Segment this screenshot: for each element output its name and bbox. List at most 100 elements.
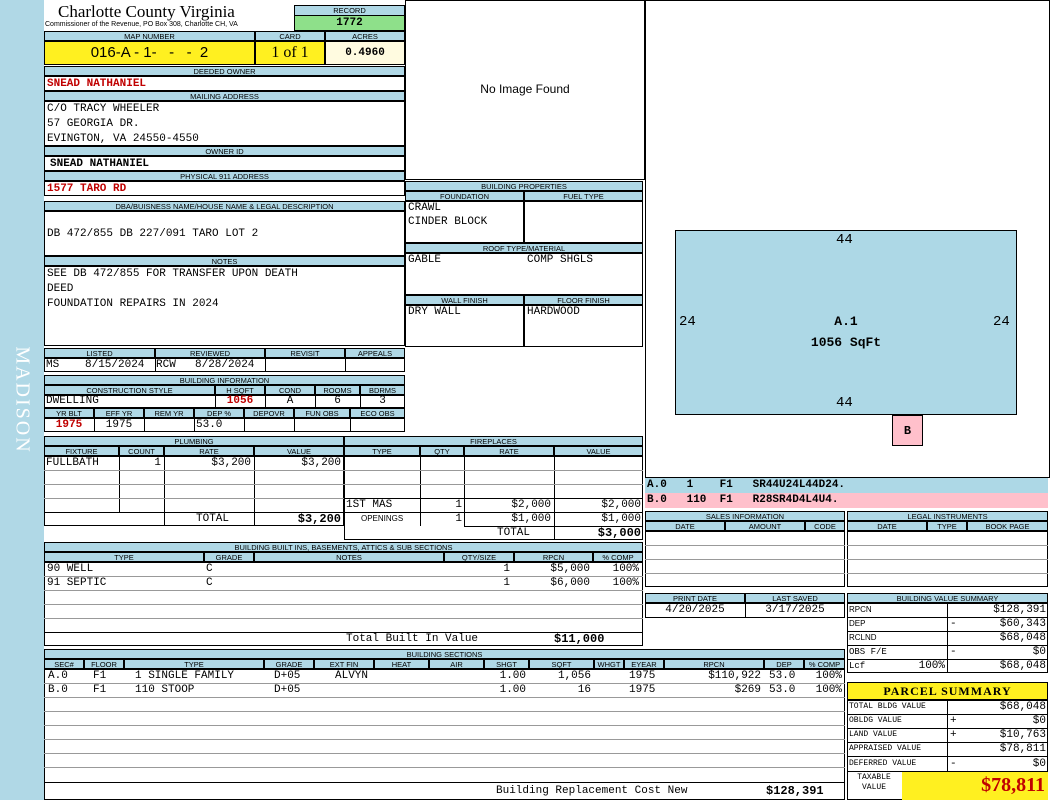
hsqft-value: 1056 [226, 395, 254, 407]
fireplace-qty-label: QTY [420, 446, 464, 456]
plumbing-total: $3,200 [297, 512, 341, 526]
roof-type: GABLE [408, 254, 442, 266]
fireplace-total-label: TOTAL [497, 527, 531, 539]
commissioner-line: Commissioner of the Revenue, PO Box 308,… [45, 21, 238, 28]
fuel-type-label: FUEL TYPE [524, 191, 643, 201]
vs-obs: $0 [1032, 646, 1046, 658]
construction-style: DWELLING [46, 395, 99, 407]
sec-row1-shgt: 1.00 [499, 670, 526, 682]
built-ins-total-label: Total Built In Value [346, 633, 479, 645]
ps-total-bldg: $68,048 [999, 701, 1046, 713]
deeded-owner-label: DEEDED OWNER [44, 66, 405, 76]
foundation-label: FOUNDATION [405, 191, 524, 201]
sketch-stoop: B [892, 415, 923, 446]
sections-total-label: Building Replacement Cost New [496, 785, 688, 797]
sec-header-floor: FLOOR [84, 659, 124, 669]
mailing-line-3: EVINGTON, VA 24550-4550 [47, 133, 199, 145]
sec-row2-grade: D+05 [274, 684, 301, 696]
sec-row1-ext: ALVYN [335, 670, 369, 682]
fireplace-row2-type: OPENINGS [361, 514, 404, 523]
sec-row2-dep: 53.0 [769, 684, 796, 696]
county-title: Charlotte County Virginia [58, 2, 235, 21]
plumbing-count-label: COUNT [119, 446, 164, 456]
yr-blt-label: YR BLT [44, 408, 94, 418]
sec-row1-sec: A.0 [48, 670, 68, 682]
notes-line-2: DEED [47, 283, 74, 295]
vs-dep: $60,343 [999, 618, 1046, 630]
owner-id: SNEAD NATHANIEL [50, 158, 150, 170]
mailing-address-label: MAILING ADDRESS [44, 91, 405, 101]
bdrms-label: BDRMS [360, 385, 405, 395]
record-label: RECORD [294, 5, 405, 16]
built-in-row2-comp: 100% [612, 577, 639, 589]
plumbing-fixture-label: FIXTURE [44, 446, 119, 456]
sec-row2-eyear: 1975 [629, 684, 656, 696]
acres-value: 0.4960 [325, 41, 405, 65]
listed-label: LISTED [44, 348, 155, 358]
fireplace-row1-rate: $2,000 [511, 499, 551, 511]
notes-label: NOTES [44, 256, 405, 266]
sec-header-heat: HEAT [374, 659, 429, 669]
no-image-text: No Image Found [480, 82, 570, 96]
fireplace-type-label: TYPE [344, 446, 420, 456]
last-saved-date: 3/17/2025 [765, 604, 825, 616]
vs-rclnd: $68,048 [999, 632, 1046, 644]
ps-land-label: LAND VALUE [849, 730, 898, 739]
fireplace-rate-label: RATE [464, 446, 554, 456]
sales-label: SALES INFORMATION [645, 511, 845, 521]
sec-row2-comp: 100% [815, 684, 842, 696]
revisit-label: REVISIT [265, 348, 345, 358]
vs-rpcn: $128,391 [993, 604, 1046, 616]
plumbing-label: PLUMBING [44, 436, 344, 446]
sec-row2-sec: B.0 [48, 684, 68, 696]
sec-header-eyear: EYEAR [624, 659, 664, 669]
sec-row1-sqft: 1,056 [557, 670, 591, 682]
sec-header-rpcn: RPCN [664, 659, 764, 669]
built-ins-comp-label: % COMP [593, 552, 643, 562]
built-in-row2-qty: 1 [503, 577, 510, 589]
legal-bookpage-label: BOOK PAGE [967, 521, 1048, 531]
sketch-dim-top: 44 [836, 232, 853, 248]
sec-row2-floor: F1 [93, 684, 107, 696]
ps-total-bldg-label: TOTAL BLDG VALUE [849, 702, 926, 711]
physical-address: 1577 TARO RD [47, 183, 127, 195]
building-info-label: BUILDING INFORMATION [44, 375, 405, 385]
built-in-row1-type: 90 WELL [47, 563, 94, 575]
sec-header-shgt: SHGT [484, 659, 529, 669]
legal-instruments-label: LEGAL INSTRUMENTS [847, 511, 1048, 521]
vs-rclnd-label: RCLND [849, 633, 877, 642]
fun-obs-label: FUN OBS [294, 408, 350, 418]
ps-obldg: $0 [1032, 715, 1046, 727]
fireplace-total: $3,000 [597, 526, 641, 540]
side-label: MADISON [11, 346, 34, 454]
acres-label: ACRES [325, 31, 405, 41]
fireplace-row2-value: $1,000 [601, 513, 641, 525]
fireplaces-label: FIREPLACES [344, 436, 643, 446]
sketch-line-b: B.0 110 F1 R28SR4D4L4U4. [645, 493, 1048, 508]
sec-row2-type: 110 STOOP [135, 684, 195, 696]
reviewed-date: 8/28/2024 [195, 359, 255, 371]
built-in-row1-rpcn: $5,000 [550, 563, 590, 575]
sales-code-label: CODE [805, 521, 845, 531]
ps-obldg-label: OBLDG VALUE [849, 716, 902, 725]
built-ins-type-label: TYPE [44, 552, 204, 562]
plumbing-rate: $3,200 [211, 457, 251, 469]
legal-description-label: DBA/BUISNESS NAME/HOUSE NAME & LEGAL DES… [44, 201, 405, 211]
fireplace-row2-rate: $1,000 [511, 513, 551, 525]
foundation-line-1: CRAWL [408, 202, 442, 214]
built-in-row1-qty: 1 [503, 563, 510, 575]
built-in-row1-grade: C [206, 563, 213, 575]
sec-row1-eyear: 1975 [629, 670, 656, 682]
fireplace-row2-qty: 1 [455, 513, 462, 525]
mailing-line-1: C/O TRACY WHEELER [47, 103, 160, 115]
reviewed-by: RCW [156, 359, 176, 371]
notes-line-3: FOUNDATION REPAIRS IN 2024 [47, 298, 219, 310]
ps-deferred-label: DEFERRED VALUE [849, 759, 917, 768]
plumbing-rate-label: RATE [164, 446, 254, 456]
built-in-row1-comp: 100% [612, 563, 639, 575]
built-in-row2-rpcn: $6,000 [550, 577, 590, 589]
sec-header-ext: EXT FIN [314, 659, 374, 669]
depovr-label: DEPOVR [244, 408, 294, 418]
sections-total: $128,391 [766, 784, 824, 798]
card-number: 1 of 1 [255, 41, 325, 65]
